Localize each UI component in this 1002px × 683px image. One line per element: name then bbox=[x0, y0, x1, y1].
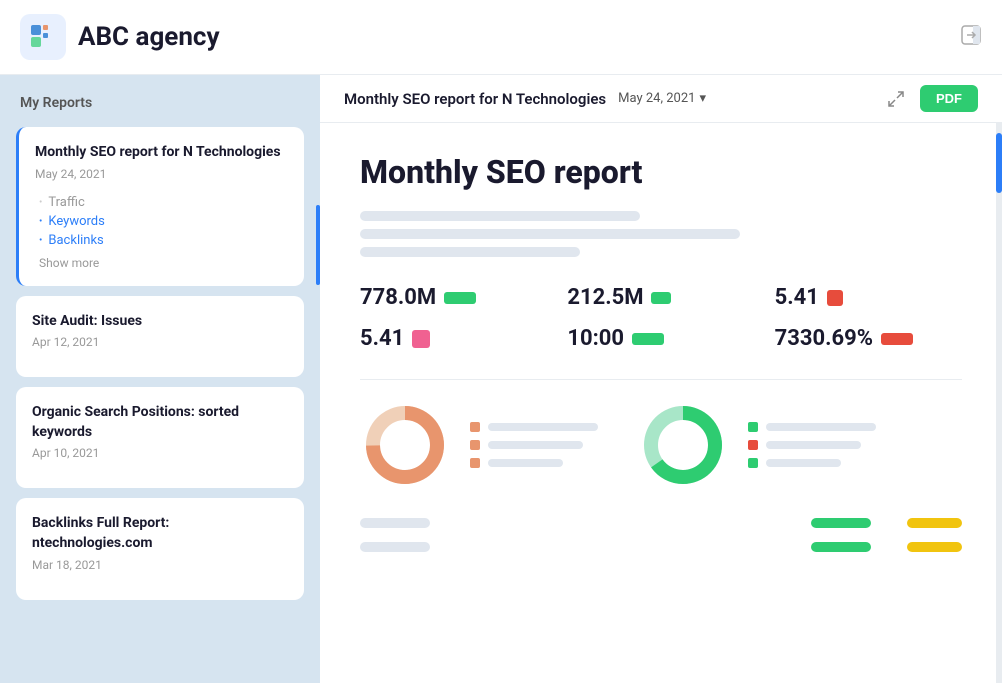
charts-row bbox=[360, 400, 962, 490]
metric-item-1: 778.0M bbox=[360, 285, 547, 310]
legend-line bbox=[488, 459, 563, 467]
metric-value-2: 212.5M bbox=[567, 285, 643, 310]
donut-chart-2 bbox=[638, 400, 728, 490]
metric-value-5: 10:00 bbox=[567, 326, 624, 351]
metric-badge-3 bbox=[827, 290, 843, 306]
donut-chart-1 bbox=[360, 400, 450, 490]
placeholder-lines bbox=[360, 211, 962, 257]
legend-dot bbox=[470, 458, 480, 468]
metric-item-2: 212.5M bbox=[567, 285, 754, 310]
report-card-organic-search[interactable]: Organic Search Positions: sorted keyword… bbox=[16, 387, 304, 488]
report-content: Monthly SEO report 778.0M 212.5M 5.41 bbox=[320, 123, 1002, 683]
metric-value-1: 778.0M bbox=[360, 285, 436, 310]
pdf-button[interactable]: PDF bbox=[920, 85, 978, 112]
section-backlinks[interactable]: Backlinks bbox=[39, 231, 288, 250]
date-selector[interactable]: May 24, 2021 ▾ bbox=[618, 91, 706, 106]
report-card-title: Backlinks Full Report: ntechnologies.com bbox=[32, 514, 288, 553]
legend-item-1-3 bbox=[470, 458, 598, 468]
content-header: Monthly SEO report for N Technologies Ma… bbox=[320, 75, 1002, 123]
metric-badge-6 bbox=[881, 333, 913, 345]
sidebar-title: My Reports bbox=[16, 95, 304, 111]
metric-badge-5 bbox=[632, 333, 664, 345]
chart-legend-1 bbox=[470, 422, 598, 468]
header-actions: PDF bbox=[882, 85, 978, 113]
bar-green-2 bbox=[811, 542, 871, 552]
report-card-date: Apr 12, 2021 bbox=[32, 335, 288, 349]
bar-yellow-1 bbox=[907, 518, 962, 528]
expand-button[interactable] bbox=[882, 85, 910, 113]
bar-spacer-inner bbox=[883, 542, 895, 552]
legend-item-2-2 bbox=[748, 440, 876, 450]
section-keywords[interactable]: Keywords bbox=[39, 212, 288, 231]
chart-container-2 bbox=[638, 400, 876, 490]
legend-dot bbox=[470, 440, 480, 450]
placeholder-line-1 bbox=[360, 211, 640, 221]
legend-line bbox=[766, 423, 876, 431]
legend-item-2-3 bbox=[748, 458, 876, 468]
sidebar: My Reports Monthly SEO report for N Tech… bbox=[0, 75, 320, 683]
report-card-date: Mar 18, 2021 bbox=[32, 558, 288, 572]
date-label: May 24, 2021 bbox=[618, 91, 695, 106]
report-card-title: Organic Search Positions: sorted keyword… bbox=[32, 403, 288, 442]
metric-badge-1 bbox=[444, 292, 476, 304]
section-traffic[interactable]: Traffic bbox=[39, 193, 288, 212]
report-card-title: Monthly SEO report for N Technologies bbox=[35, 143, 288, 163]
logo-icon bbox=[20, 14, 66, 60]
bar-green-1 bbox=[811, 518, 871, 528]
bar-spacer-inner bbox=[883, 518, 895, 528]
metric-badge-2 bbox=[651, 292, 671, 304]
report-card-title: Site Audit: Issues bbox=[32, 312, 288, 332]
legend-line bbox=[766, 459, 841, 467]
chart-container-1 bbox=[360, 400, 598, 490]
legend-item-1-1 bbox=[470, 422, 598, 432]
app-header: ABC agency bbox=[0, 0, 1002, 75]
main-layout: My Reports Monthly SEO report for N Tech… bbox=[0, 75, 1002, 683]
exit-icon[interactable] bbox=[960, 24, 982, 51]
legend-dot bbox=[748, 458, 758, 468]
legend-dot bbox=[748, 440, 758, 450]
legend-dot bbox=[748, 422, 758, 432]
content-header-title: Monthly SEO report for N Technologies bbox=[344, 90, 606, 108]
legend-line bbox=[766, 441, 861, 449]
legend-item-1-2 bbox=[470, 440, 598, 450]
metric-value-4: 5.41 bbox=[360, 326, 404, 351]
report-card-monthly-seo[interactable]: Monthly SEO report for N Technologies Ma… bbox=[16, 127, 304, 286]
placeholder-line-3 bbox=[360, 247, 580, 257]
content-area: Monthly SEO report for N Technologies Ma… bbox=[320, 75, 1002, 683]
logo-area: ABC agency bbox=[20, 14, 220, 60]
metric-item-4: 5.41 bbox=[360, 326, 547, 351]
report-card-site-audit[interactable]: Site Audit: Issues Apr 12, 2021 bbox=[16, 296, 304, 378]
scroll-thumb bbox=[996, 133, 1002, 193]
bar-label-2 bbox=[360, 542, 430, 552]
bar-yellow-2 bbox=[907, 542, 962, 552]
show-more-link[interactable]: Show more bbox=[35, 256, 288, 270]
report-main-title: Monthly SEO report bbox=[360, 153, 962, 191]
metric-item-5: 10:00 bbox=[567, 326, 754, 351]
metric-item-3: 5.41 bbox=[775, 285, 962, 310]
divider-1 bbox=[360, 379, 962, 380]
metric-value-6: 7330.69% bbox=[775, 326, 873, 351]
legend-item-2-1 bbox=[748, 422, 876, 432]
bar-row-2 bbox=[360, 542, 962, 552]
placeholder-line-2 bbox=[360, 229, 740, 239]
bar-row-1 bbox=[360, 518, 962, 528]
chart-legend-2 bbox=[748, 422, 876, 468]
bars-section bbox=[360, 518, 962, 552]
report-card-date: Apr 10, 2021 bbox=[32, 446, 288, 460]
metric-item-6: 7330.69% bbox=[775, 326, 962, 351]
scrollbar[interactable] bbox=[996, 123, 1002, 683]
report-card-date: May 24, 2021 bbox=[35, 167, 288, 181]
legend-dot bbox=[470, 422, 480, 432]
report-card-backlinks-full[interactable]: Backlinks Full Report: ntechnologies.com… bbox=[16, 498, 304, 599]
metric-badge-4 bbox=[412, 330, 430, 348]
legend-line bbox=[488, 423, 598, 431]
metric-value-3: 5.41 bbox=[775, 285, 819, 310]
legend-line bbox=[488, 441, 583, 449]
chevron-down-icon: ▾ bbox=[699, 91, 706, 106]
report-sections: Traffic Keywords Backlinks bbox=[35, 193, 288, 250]
app-title: ABC agency bbox=[78, 22, 220, 52]
metrics-grid: 778.0M 212.5M 5.41 5.41 10:00 bbox=[360, 285, 962, 351]
bar-label-1 bbox=[360, 518, 430, 528]
